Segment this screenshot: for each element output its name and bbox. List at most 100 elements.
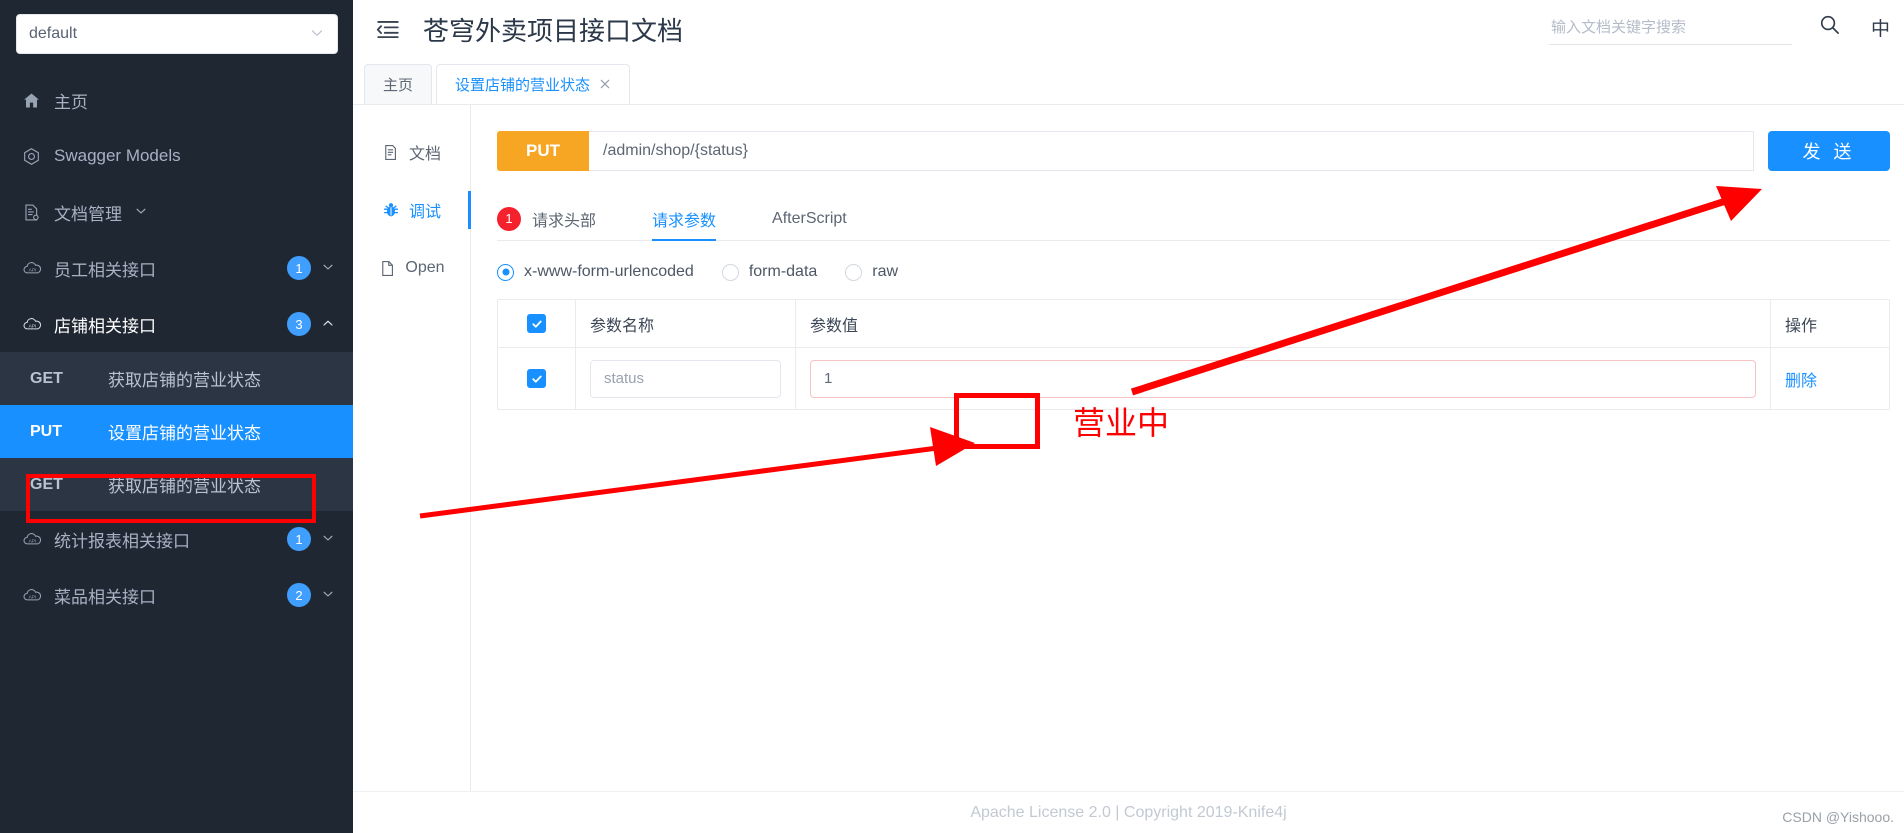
- delete-param-button[interactable]: 删除: [1785, 367, 1817, 391]
- request-url-row: PUT /admin/shop/{status} 发 送: [497, 131, 1890, 171]
- body-type-radio-group: x-www-form-urlencoded form-data raw: [497, 263, 1890, 281]
- tab-set-shop-status[interactable]: 设置店铺的营业状态: [436, 64, 630, 104]
- params-table: 参数名称 参数值 操作: [497, 299, 1890, 410]
- bug-icon: [382, 201, 400, 219]
- annotation-rect-param-value: [954, 393, 1040, 449]
- sidebar-item-swagger-models[interactable]: Swagger Models: [0, 128, 353, 184]
- param-name-input[interactable]: status: [590, 360, 781, 398]
- radio-dot-icon: [497, 264, 514, 281]
- sidebar-item-label: 主页: [54, 88, 88, 113]
- header-cell-param-name: 参数名称: [576, 300, 796, 347]
- footer-text: Apache License 2.0 | Copyright 2019-Knif…: [970, 804, 1286, 822]
- row-cell-param-value: 1: [796, 348, 1771, 409]
- radio-label: x-www-form-urlencoded: [524, 263, 694, 281]
- header-cell-select-all: [498, 300, 576, 347]
- tab-request-headers[interactable]: 1 请求头部: [497, 197, 596, 240]
- menu-fold-icon[interactable]: [375, 16, 401, 42]
- sidebar-item-count: 3: [287, 312, 311, 336]
- http-method-badge: PUT: [497, 131, 589, 171]
- file-icon: [378, 260, 396, 277]
- chevron-up-icon: [321, 316, 335, 333]
- row-checkbox[interactable]: [527, 369, 546, 388]
- radio-raw[interactable]: raw: [845, 263, 898, 281]
- radio-label: raw: [872, 263, 898, 281]
- search-icon[interactable]: [1818, 13, 1841, 41]
- environment-select[interactable]: default: [16, 14, 338, 54]
- radio-form-data[interactable]: form-data: [722, 263, 817, 281]
- vnav-item-debug[interactable]: 调试: [353, 181, 470, 239]
- header-cell-operation: 操作: [1771, 300, 1889, 347]
- sidebar: default 主页 Swagger Models: [0, 0, 353, 833]
- chevron-down-icon: [309, 25, 325, 44]
- api-cloud-icon: API: [22, 314, 48, 335]
- sidebar-item-label: 菜品相关接口: [54, 583, 156, 608]
- top-header: 苍穹外卖项目接口文档 中: [353, 0, 1904, 58]
- params-table-body: status 1 删除: [498, 348, 1889, 409]
- request-url-text: /admin/shop/{status}: [603, 142, 748, 160]
- radio-dot-icon: [845, 264, 862, 281]
- tab-home[interactable]: 主页: [364, 64, 432, 104]
- sidebar-item-label: 文档管理: [54, 200, 122, 225]
- api-cloud-icon: API: [22, 529, 48, 550]
- request-tabs: 1 请求头部 请求参数 AfterScript: [497, 197, 1890, 241]
- annotation-note-text: 营业中: [1073, 398, 1169, 444]
- app-root: default 主页 Swagger Models: [0, 0, 1904, 833]
- search-input[interactable]: [1551, 19, 1790, 36]
- vnav-item-document[interactable]: 文档: [353, 123, 470, 181]
- endpoint-name: 设置店铺的营业状态: [108, 419, 261, 444]
- request-url-input[interactable]: /admin/shop/{status}: [589, 131, 1754, 171]
- row-cell-select: [498, 348, 576, 409]
- sidebar-item-count: 2: [287, 583, 311, 607]
- annotation-rect-sidebar-put-item: [26, 474, 316, 523]
- row-cell-param-name: status: [576, 348, 796, 409]
- tab-request-params[interactable]: 请求参数: [652, 197, 716, 240]
- sidebar-item-count: 1: [287, 256, 311, 280]
- table-row: status 1 删除: [498, 348, 1889, 409]
- chevron-down-icon: [321, 531, 335, 548]
- chevron-down-icon: [321, 260, 335, 277]
- tab-afterscript[interactable]: AfterScript: [772, 197, 847, 240]
- workspace: 文档 调试: [353, 104, 1904, 833]
- search-box[interactable]: [1549, 19, 1792, 45]
- sidebar-endpoint-put-shop-status[interactable]: PUT 设置店铺的营业状态: [0, 405, 353, 458]
- row-cell-operation: 删除: [1771, 348, 1889, 409]
- close-icon[interactable]: [599, 77, 611, 93]
- chevron-down-icon: [321, 587, 335, 604]
- vnav-label: 调试: [409, 198, 441, 222]
- param-value-input[interactable]: 1: [810, 360, 1756, 398]
- select-all-checkbox[interactable]: [527, 314, 546, 333]
- radio-x-www-form-urlencoded[interactable]: x-www-form-urlencoded: [497, 263, 694, 281]
- api-cloud-icon: API: [22, 258, 48, 279]
- request-tab-label: 请求参数: [652, 207, 716, 231]
- sidebar-nav: 主页 Swagger Models 文档管: [0, 72, 353, 623]
- svg-text:API: API: [29, 323, 37, 329]
- footer: Apache License 2.0 | Copyright 2019-Knif…: [353, 791, 1904, 833]
- endpoint-method: PUT: [30, 423, 108, 441]
- language-switch-button[interactable]: 中: [1871, 14, 1890, 41]
- radio-label: form-data: [749, 263, 817, 281]
- vnav-item-open[interactable]: Open: [353, 239, 470, 297]
- endpoint-name: 获取店铺的营业状态: [108, 366, 261, 391]
- table-header-row: 参数名称 参数值 操作: [498, 300, 1889, 347]
- request-tab-label: 请求头部: [532, 207, 596, 231]
- doc-vertical-nav: 文档 调试: [353, 105, 471, 833]
- svg-text:API: API: [29, 267, 37, 273]
- sidebar-endpoint-get-shop-status-1[interactable]: GET 获取店铺的营业状态: [0, 352, 353, 405]
- sidebar-item-label: 统计报表相关接口: [54, 527, 190, 552]
- sidebar-item-document-management[interactable]: 文档管理: [0, 184, 353, 240]
- svg-text:API: API: [29, 594, 37, 600]
- swagger-icon: [22, 147, 48, 166]
- header-cell-param-value: 参数值: [796, 300, 1771, 347]
- sidebar-item-employee-api[interactable]: API 员工相关接口 1: [0, 240, 353, 296]
- sidebar-item-home[interactable]: 主页: [0, 72, 353, 128]
- vnav-label: Open: [405, 259, 444, 277]
- watermark-text: CSDN @Yishooo.: [1782, 809, 1894, 825]
- document-icon: [382, 144, 400, 161]
- home-icon: [22, 91, 48, 110]
- send-button[interactable]: 发 送: [1768, 131, 1890, 171]
- sidebar-item-dish-api[interactable]: API 菜品相关接口 2: [0, 567, 353, 623]
- sidebar-item-label: 员工相关接口: [54, 256, 156, 281]
- document-settings-icon: [22, 203, 48, 222]
- sidebar-item-label: Swagger Models: [54, 146, 181, 166]
- sidebar-item-shop-api[interactable]: API 店铺相关接口 3: [0, 296, 353, 352]
